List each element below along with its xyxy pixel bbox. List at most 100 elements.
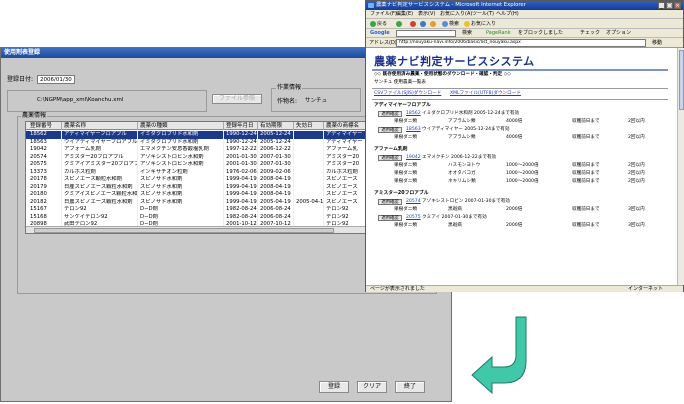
- column-header[interactable]: 失効日: [294, 122, 324, 130]
- pest-class: 果樹ダニ類: [394, 163, 417, 168]
- ie-logo-icon: [368, 3, 374, 8]
- vertical-scrollbar[interactable]: [677, 48, 684, 285]
- table-cell: スピノサド水和剤: [138, 191, 224, 199]
- menu-bar: ファイル(F) 編集(E) 表示(V) お気に入り(A) ツール(T) ヘルプ(…: [366, 10, 683, 19]
- table-cell: イミダクロプリド水和剤: [138, 138, 224, 146]
- google-options[interactable]: オプション: [606, 29, 631, 37]
- clear-button[interactable]: クリア: [357, 381, 387, 393]
- target-pest: オオタバコガ: [448, 171, 476, 176]
- apply-check-button[interactable]: 適用確認: [378, 155, 402, 161]
- column-header[interactable]: 農薬の種類: [138, 122, 224, 130]
- apply-check-button[interactable]: 適用確認: [378, 127, 402, 133]
- toolbar: 戻る 検索 お気に入り: [366, 19, 683, 29]
- file-browse-button[interactable]: ファイル参照: [212, 94, 262, 104]
- table-cell: 18563: [28, 138, 62, 146]
- table-cell: 日農スピノエース顆粒水和剤: [62, 198, 138, 206]
- spell-check[interactable]: チェック: [580, 29, 600, 37]
- home-icon[interactable]: [430, 20, 437, 28]
- table-cell: [294, 176, 324, 184]
- table-cell: 1976-02-06: [226, 168, 258, 176]
- scroll-thumb[interactable]: [679, 50, 684, 110]
- file-path-field[interactable]: C:\NGPM\app_xml\Koanchu.xml: [35, 96, 200, 105]
- apply-check-button[interactable]: 適用確認: [378, 111, 402, 117]
- forward-icon[interactable]: [396, 20, 403, 28]
- menu-favorites[interactable]: お気に入り(A): [440, 10, 472, 19]
- reg-date-field[interactable]: 2006/01/30: [37, 75, 75, 84]
- target-pest: ハスモンヨトウ: [448, 163, 481, 168]
- star-icon: [464, 20, 470, 27]
- harvest-limit: 収穫前日まで: [572, 163, 600, 168]
- table-cell: [294, 213, 324, 221]
- apply-check-button[interactable]: 適用確認: [378, 215, 402, 221]
- registration-link[interactable]: 20574: [406, 199, 421, 205]
- table-cell: [294, 131, 324, 139]
- apply-check-button[interactable]: 適用確認: [378, 199, 402, 205]
- column-header[interactable]: 有効期限: [258, 122, 294, 130]
- zone-text: インターネット: [628, 286, 664, 292]
- favorites-button[interactable]: お気に入り: [464, 20, 496, 28]
- table-cell: 18562: [28, 131, 62, 139]
- status-text: ページが表示されました: [370, 286, 425, 292]
- address-input[interactable]: http://nouyaku-navi.info/2006/basic/list…: [396, 39, 646, 47]
- table-cell: 20178: [28, 176, 62, 184]
- table-cell: 13373: [28, 168, 62, 176]
- table-cell: エマメクチン安息香酸塩乳剤: [138, 146, 224, 154]
- back-button[interactable]: 戻る: [370, 20, 387, 28]
- csv-download-link[interactable]: CSVファイル(SJIS)ダウンロード: [374, 91, 441, 97]
- table-cell: 1999-04-19: [226, 198, 258, 206]
- table-cell: スピノサド水和剤: [138, 176, 224, 184]
- xml-download-link[interactable]: XMLファイル(UTF8)ダウンロード: [450, 91, 521, 97]
- column-header[interactable]: 登録年月日: [224, 122, 258, 130]
- popup-blocked[interactable]: をブロックしました: [518, 29, 563, 37]
- validity-text: クミアイ 2007-01-30まで有効: [422, 215, 487, 220]
- column-header[interactable]: 登録番号: [28, 122, 62, 130]
- table-cell: カルホス粒剤: [62, 168, 138, 176]
- google-search-input[interactable]: [396, 30, 456, 37]
- registration-link[interactable]: 18562: [406, 111, 421, 117]
- menu-file[interactable]: ファイル(F): [370, 10, 397, 19]
- target-pest: ネキリムシ類: [448, 179, 476, 184]
- table-cell: 2005-12-24: [258, 131, 294, 139]
- search-button[interactable]: 検索: [442, 20, 459, 28]
- page-content: 農薬ナビ判定サービスシステム ◇◇ 既存使用済み農薬・使用状態のダウンロード・確…: [366, 48, 677, 285]
- registration-link[interactable]: 19042: [406, 155, 421, 161]
- pest-class: 果樹ダニ類: [394, 207, 417, 212]
- table-cell: [294, 168, 324, 176]
- table-cell: 20574: [28, 153, 62, 161]
- curved-arrow-icon: [471, 316, 527, 395]
- target-pest: 黒斑病: [448, 207, 462, 212]
- minimize-icon[interactable]: _: [658, 2, 665, 9]
- use-count: 2回以内: [628, 135, 645, 140]
- menu-edit[interactable]: 編集(E): [396, 10, 413, 19]
- table-cell: 1999-04-19: [226, 176, 258, 184]
- google-toolbar: Google 検索 PageRank をブロックしました チェック オプション: [366, 29, 683, 38]
- scroll-thumb[interactable]: [34, 228, 334, 233]
- go-button[interactable]: 移動: [652, 39, 662, 47]
- table-cell: イミダクロプリド水和剤: [138, 131, 224, 139]
- menu-view[interactable]: 表示(V): [418, 10, 435, 19]
- maximize-icon[interactable]: □: [666, 2, 673, 9]
- table-cell: ウイアディマイヤーフロアブル: [64, 138, 138, 146]
- table-cell: 2009-02-06: [258, 168, 294, 176]
- menu-help[interactable]: ヘルプ(H): [496, 10, 519, 19]
- divider: [372, 99, 668, 100]
- crop-field[interactable]: サンチュ: [303, 97, 353, 106]
- register-button[interactable]: 登録: [319, 381, 349, 393]
- section-heading: アファーム乳剤: [374, 147, 408, 152]
- registration-link[interactable]: 20575: [406, 215, 421, 221]
- validity-text: アゾキシストロビン 2007-01-30まで有効: [422, 199, 510, 204]
- table-cell: 2001-01-30: [226, 153, 258, 161]
- table-cell: 1997-12-22: [226, 146, 258, 154]
- registration-link[interactable]: 18563: [406, 127, 421, 133]
- close-icon[interactable]: ×: [674, 2, 681, 9]
- menu-tools[interactable]: ツール(T): [472, 10, 494, 19]
- close-button[interactable]: 終了: [395, 381, 425, 393]
- refresh-icon[interactable]: [420, 20, 427, 28]
- stop-icon[interactable]: [410, 20, 417, 28]
- column-header[interactable]: 農薬名称: [62, 122, 138, 130]
- target-pest: 黒斑病: [448, 223, 462, 228]
- table-cell: 20180: [28, 191, 62, 199]
- google-search-button[interactable]: 検索: [462, 29, 472, 37]
- table-cell: 2005-12-24: [258, 138, 294, 146]
- table-cell: クミアイスピノエース顆粒水和剤: [64, 191, 138, 199]
